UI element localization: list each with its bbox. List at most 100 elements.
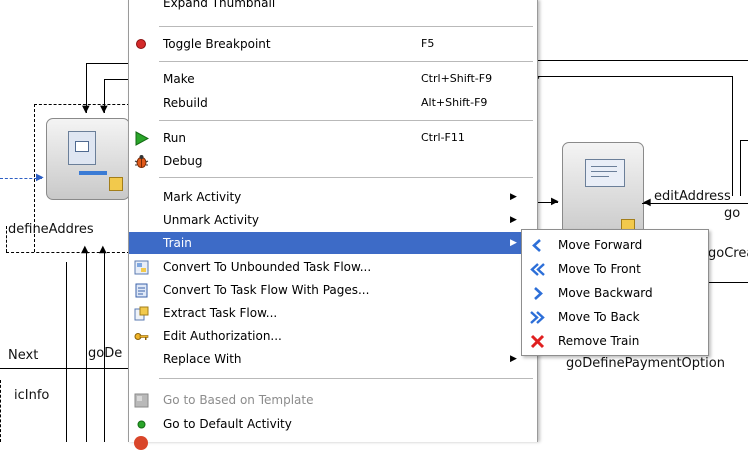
submenu-arrow-icon: ▶	[510, 192, 517, 202]
debug-bug-icon	[134, 154, 149, 169]
submenu-item-move-to-back[interactable]: Move To Back	[522, 306, 708, 328]
view-activity-icon	[585, 159, 625, 187]
menu-item-mark-activity[interactable]: Mark Activity ▶	[129, 186, 537, 208]
menu-item-convert-pages[interactable]: Convert To Task Flow With Pages...	[129, 279, 537, 301]
run-icon	[134, 131, 150, 146]
remove-train-icon	[530, 334, 545, 349]
submenu-item-label: Remove Train	[558, 334, 640, 348]
menu-item-debug[interactable]: Debug	[129, 150, 537, 172]
menu-item-label: Expand Thumbnail	[163, 0, 276, 10]
connector-line	[104, 79, 130, 80]
menu-item-convert-unbounded[interactable]: Convert To Unbounded Task Flow...	[129, 256, 537, 278]
key-icon	[134, 329, 149, 344]
menu-item-go-to-default-activity[interactable]: Go to Default Activity	[129, 413, 537, 435]
connector-line	[536, 76, 732, 77]
menu-item-make[interactable]: Make Ctrl+Shift-F9	[129, 68, 537, 90]
connector-line	[66, 262, 67, 442]
menu-item-run[interactable]: Run Ctrl-F11	[129, 127, 537, 149]
arrow-right-icon: ▶	[36, 172, 44, 183]
move-forward-icon	[530, 238, 545, 253]
connector-line	[706, 282, 748, 283]
arrow-right-icon: ▶	[551, 196, 559, 207]
go-crea-label: goCrea	[708, 246, 748, 261]
menu-item-label: Unmark Activity	[163, 213, 260, 227]
connector-line	[536, 60, 748, 61]
connector-line	[86, 63, 130, 64]
arrow-up-icon: ▲	[81, 244, 89, 255]
menu-item-label: Extract Task Flow...	[163, 306, 278, 320]
target-activity[interactable]	[562, 142, 644, 240]
context-menu: Expand Thumbnail Toggle Breakpoint F5 Ma…	[128, 0, 538, 450]
edit-address-label: editAddress	[654, 189, 731, 204]
breakpoint-dot-icon	[134, 37, 149, 52]
arrow-left-icon: ◀	[643, 197, 651, 208]
next-label: Next	[8, 348, 39, 363]
ic-info-label: icInfo	[14, 388, 50, 403]
menu-item-rebuild[interactable]: Rebuild Alt+Shift-F9	[129, 92, 537, 114]
go-define-payment-label: goDefinePaymentOption	[566, 356, 725, 371]
menu-item-toggle-breakpoint[interactable]: Toggle Breakpoint F5	[129, 33, 537, 55]
submenu-item-move-forward[interactable]: Move Forward	[522, 234, 708, 256]
selection-outline	[34, 104, 130, 105]
menu-item-label: Rebuild	[163, 96, 208, 110]
go-label: go	[724, 206, 741, 221]
menu-item-label: Edit Authorization...	[163, 329, 282, 343]
selection-outline	[6, 252, 130, 253]
menu-item-shortcut: Alt+Shift-F9	[421, 96, 488, 109]
submenu-arrow-icon: ▶	[510, 238, 517, 248]
submenu-item-label: Move Forward	[558, 238, 643, 252]
submenu-item-move-backward[interactable]: Move Backward	[522, 282, 708, 304]
submenu-item-label: Move To Back	[558, 310, 640, 324]
menu-item-label: Toggle Breakpoint	[163, 37, 271, 51]
submenu-item-remove-train[interactable]: Remove Train	[522, 330, 708, 352]
connector-line	[0, 380, 1, 442]
submenu-arrow-icon: ▶	[510, 215, 517, 225]
page-definition-icon	[109, 177, 123, 191]
menu-item-shortcut: Ctrl-F11	[421, 131, 465, 144]
menu-item-unmark-activity[interactable]: Unmark Activity ▶	[129, 209, 537, 231]
convert-unbounded-icon	[134, 260, 149, 275]
menu-item-go-to-based-on-template[interactable]: Go to Based on Template	[129, 389, 537, 411]
menu-item-label: Go to Default Activity	[163, 417, 292, 431]
menu-item-label: Convert To Task Flow With Pages...	[163, 283, 370, 297]
menu-item-label: Go to Based on Template	[163, 393, 314, 407]
connector-line	[86, 252, 87, 442]
menu-item-expand-thumbnail[interactable]: Expand Thumbnail	[129, 0, 537, 14]
menu-item-replace-with[interactable]: Replace With ▶	[129, 348, 537, 370]
menu-separator	[159, 26, 533, 27]
menu-item-edit-authorization[interactable]: Edit Authorization...	[129, 325, 537, 347]
arrow-down-icon: ▼	[82, 104, 90, 115]
move-to-back-icon	[530, 310, 545, 325]
view-page-icon	[68, 131, 96, 165]
arrow-down-icon: ▼	[100, 104, 108, 115]
menu-item-shortcut: Ctrl+Shift-F9	[421, 72, 493, 85]
define-address-activity[interactable]	[46, 118, 130, 200]
submenu-item-move-to-front[interactable]: Move To Front	[522, 258, 708, 280]
menu-item-label: Make	[163, 72, 195, 86]
submenu-arrow-icon: ▶	[510, 354, 517, 364]
menu-item-label: Debug	[163, 154, 203, 168]
menu-item-label: Train	[163, 236, 192, 250]
menu-separator	[159, 120, 533, 121]
move-to-front-icon	[530, 262, 545, 277]
selection-outline	[6, 226, 7, 252]
menu-item-extract-task-flow[interactable]: Extract Task Flow...	[129, 302, 537, 324]
go-de-label: goDe	[88, 346, 123, 361]
default-activity-icon	[134, 417, 149, 432]
convert-pages-icon	[134, 283, 149, 298]
connector-line	[0, 368, 128, 369]
menu-item-shortcut: F5	[421, 37, 435, 50]
menu-item-label: Run	[163, 131, 187, 145]
menu-item-label: Replace With	[163, 352, 242, 366]
define-address-label: defineAddres	[8, 222, 94, 237]
menu-separator	[159, 61, 533, 62]
menu-item-label: Mark Activity	[163, 190, 242, 204]
arrow-up-icon: ▲	[99, 244, 107, 255]
menu-item-label: Convert To Unbounded Task Flow...	[163, 260, 372, 274]
menu-item-train[interactable]: Train ▶	[129, 232, 537, 254]
move-backward-icon	[530, 286, 545, 301]
submenu-item-label: Move Backward	[558, 286, 653, 300]
connector-line	[732, 76, 733, 196]
train-stop-indicator	[79, 171, 107, 175]
extract-task-flow-icon	[134, 306, 149, 321]
